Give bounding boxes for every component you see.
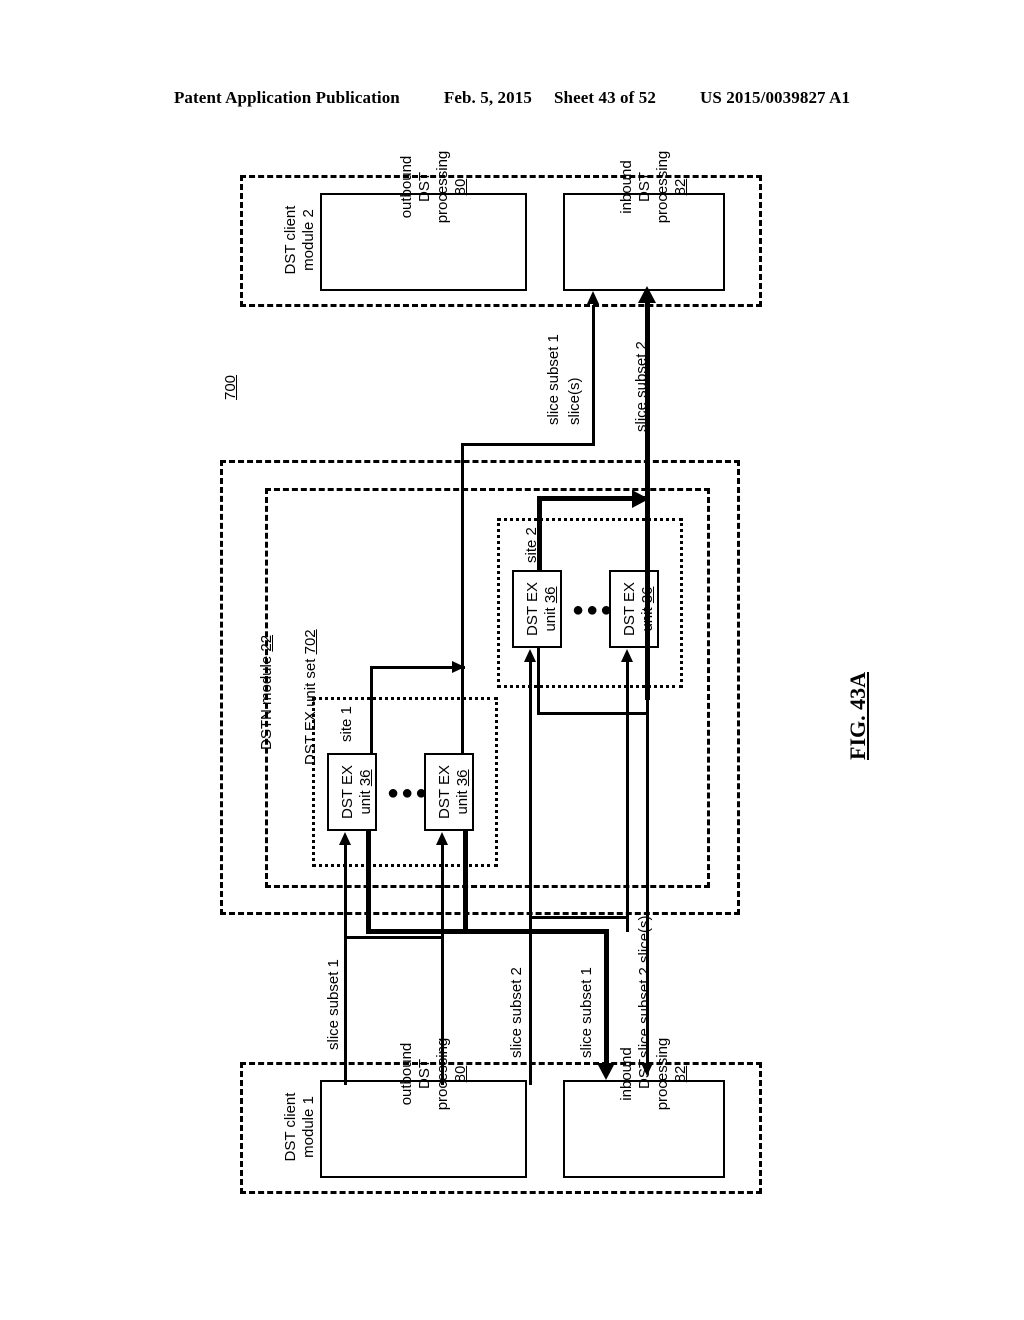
site-1-ellipsis: ●●● (387, 782, 430, 804)
label-bottom-b: slice subset 2 (508, 967, 525, 1058)
label-bottom-d: slice subset 2 slice(s) (636, 915, 653, 1058)
top-inbound-dst-processing-label: inbound DST processing 82 (618, 92, 690, 282)
label-bottom-slice-subset-2-slices: slice subset 2 slice(s) (636, 915, 653, 1058)
line-thick-to-bottom-inbound (604, 929, 609, 1067)
label-top-slice-subset-1-line1: slice subset 1 (545, 334, 562, 425)
bottom-outbound-line1: outbound (398, 1042, 415, 1106)
figure-label: FIG. 43A (845, 672, 870, 760)
line-out-site1-unitB (463, 831, 468, 931)
unit-set-ref: 702 (302, 629, 319, 655)
line-feed-site1-unitA (344, 845, 347, 1085)
line-feed-site1-unitB (441, 845, 444, 1085)
top-inbound-line3: processing (654, 150, 671, 224)
bottom-inbound-line1: inbound (618, 1047, 635, 1101)
top-outbound-ref: 80 (452, 178, 469, 196)
top-inbound-line1: inbound (618, 160, 635, 214)
label-bottom-slice-subset-2: slice subset 2 (508, 967, 525, 1058)
label-bottom-slice-subset-1-left: slice subset 1 (325, 959, 342, 1050)
site-1-unit-1-ref: 36 (357, 769, 374, 787)
arrowhead-site1-unitA-in (339, 832, 351, 845)
arrowhead-site2-unitB-in (621, 649, 633, 662)
site-1-unit-2-label: DST EX unit 36 (436, 760, 472, 824)
system-reference-700: 700 (222, 374, 239, 400)
site-2-ellipsis: ●●● (572, 599, 615, 621)
figure-canvas: FIG. 43A 700 DST client module 2 outboun… (0, 0, 1024, 1320)
line-site1-thin-horizontal (370, 666, 465, 669)
site-1-unit-2-line1: DST EX (436, 765, 453, 819)
arrowhead-bottom-inbound-thin (641, 1063, 653, 1076)
bottom-inbound-dst-processing-label: inbound DST processing 82 (618, 979, 690, 1169)
dst-client-module-2-label-line2: module 2 (300, 209, 317, 271)
site-2-unit-2-line1: DST EX (621, 582, 638, 636)
top-inbound-ref: 82 (672, 178, 689, 196)
arrowhead-bottom-inbound-thick (597, 1063, 615, 1080)
site-1-unit-1-label: DST EX unit 36 (339, 760, 375, 824)
line-feed-site2-unitB (626, 662, 629, 932)
line-fanout-riser-b (441, 916, 444, 938)
bottom-inbound-line3: processing (654, 1037, 671, 1111)
dst-client-module-1-label-line1: DST client (282, 1092, 299, 1162)
arrowhead-site2-thick-right (632, 490, 649, 508)
line-bottom-outbound-right-riser (529, 1080, 532, 1085)
dst-client-module-1-label-line2: module 1 (300, 1096, 317, 1158)
label-top-slice-subset-1: slice subset 1 (545, 334, 562, 425)
site-2-unit-1-ref: 36 (542, 586, 559, 604)
label-bottom-a: slice subset 1 (325, 959, 342, 1050)
site-1-unit-2-ref: 36 (454, 769, 471, 787)
site-2-unit-1-label: DST EX unit 36 (524, 577, 560, 641)
site-1-unit-1-line2: unit (357, 790, 374, 815)
line-top-thin-horizontal (461, 443, 595, 446)
top-outbound-dst-processing-label: outbound DST processing 80 (398, 92, 470, 282)
bottom-outbound-line2: DST (416, 1059, 433, 1089)
line-site2-joggle-riser (537, 648, 540, 714)
label-top-slices-line: slice(s) (566, 377, 583, 426)
site-2-unit-1-line1: DST EX (524, 582, 541, 636)
arrowhead-site1-unitB-in (436, 832, 448, 845)
line-fanout-upper (344, 936, 442, 939)
site-1-unit-1-line1: DST EX (339, 765, 356, 819)
label-bottom-slice-subset-1-right: slice subset 1 (578, 967, 595, 1058)
arrowhead-top-inbound-thin (587, 291, 599, 304)
line-site2-thick-horizontal (539, 496, 647, 501)
line-site2-joggle-horizontal (537, 712, 649, 715)
arrowhead-site2-unitA-in (524, 649, 536, 662)
dst-client-module-1-label: DST client module 1 (282, 1071, 318, 1183)
line-fanout-right-horizontal (529, 916, 627, 919)
line-site1-unitA-thin-riser (370, 666, 373, 755)
label-bottom-c: slice subset 1 (578, 967, 595, 1058)
label-top-slices: slice(s) (566, 378, 583, 426)
top-outbound-line3: processing (434, 150, 451, 224)
site-2-unit-2-label: DST EX unit 36 (621, 577, 657, 641)
line-top-thin-vertical (592, 305, 595, 445)
top-outbound-line2: DST (416, 172, 433, 202)
bottom-inbound-ref: 82 (672, 1065, 689, 1083)
top-inbound-line2: DST (636, 172, 653, 202)
arrowhead-site1-thin-right (452, 661, 465, 673)
bottom-outbound-ref: 80 (452, 1065, 469, 1083)
site-1-label: site 1 (338, 706, 355, 742)
line-top-thin-drop (461, 443, 464, 755)
line-thick-collector-bus (366, 929, 609, 934)
line-site2-unitA-thick-riser (537, 496, 542, 572)
dst-client-module-2-label: DST client module 2 (282, 184, 318, 296)
site-1-unit-2-line2: unit (454, 790, 471, 815)
arrowhead-top-inbound-thick (638, 286, 656, 303)
top-outbound-line1: outbound (398, 155, 415, 219)
line-out-site1-unitA (366, 831, 371, 931)
dst-client-module-2-label-line1: DST client (282, 205, 299, 275)
site-2-unit-1-line2: unit (542, 607, 559, 632)
line-bottom-outbound-left-riser (344, 1080, 347, 1085)
bottom-outbound-dst-processing-label: outbound DST processing 80 (398, 979, 470, 1169)
line-feed-site2-unitA (529, 662, 532, 1085)
